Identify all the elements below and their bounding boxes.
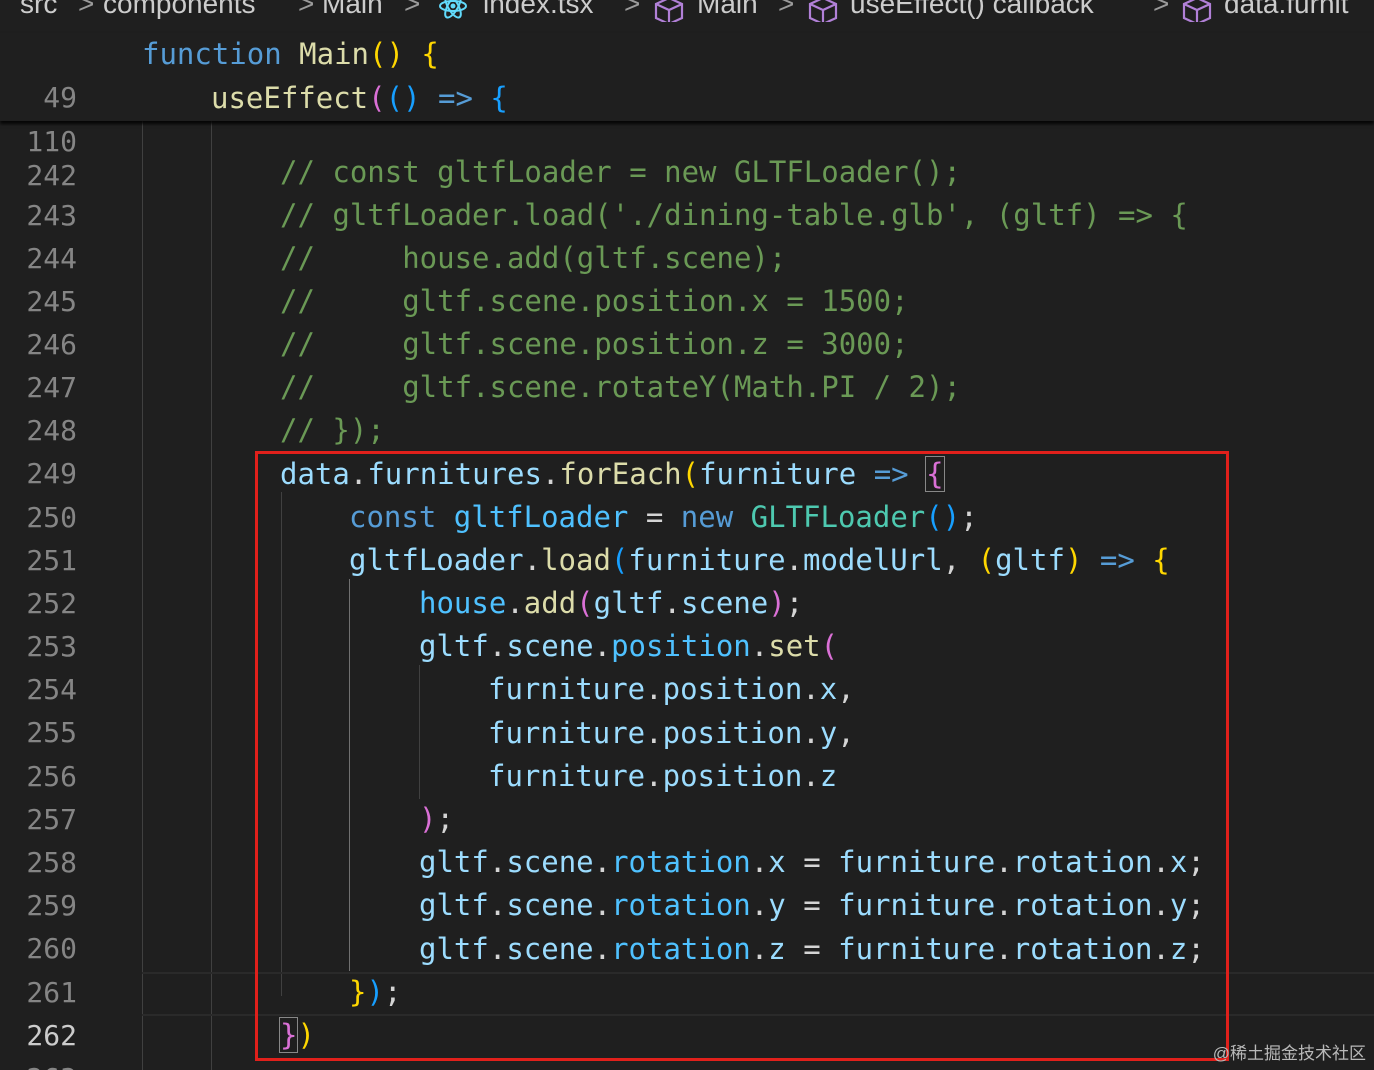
line-number: 263: [26, 1057, 77, 1070]
code-text: // const gltfLoader = new GLTFLoader();: [280, 155, 961, 189]
breadcrumb-separator: >: [78, 0, 95, 19]
sticky-scroll-header[interactable]: 49 function Main() { 110 useEffect(() =>…: [0, 33, 1374, 158]
breadcrumb-separator: >: [1153, 0, 1170, 19]
code-line-245[interactable]: 245 // house.add(gltf.scene);: [0, 237, 1374, 318]
sticky-line[interactable]: 110 useEffect(() => {: [0, 77, 1374, 158]
breadcrumb-item-data-furnitures[interactable]: data.furnit: [1224, 0, 1349, 20]
code-line-242[interactable]: 242: [0, 121, 1374, 192]
breadcrumb-item-components[interactable]: components: [103, 0, 256, 20]
breadcrumb-item-main-function[interactable]: Main: [697, 0, 758, 20]
breadcrumb-separator: >: [778, 0, 795, 19]
cube-icon: [808, 0, 838, 22]
breadcrumb-separator: >: [624, 0, 641, 19]
code-line-243[interactable]: 243 // const gltfLoader = new GLTFLoader…: [0, 151, 1374, 232]
sticky-line[interactable]: 49 function Main() {: [0, 33, 1374, 114]
code-text: // });: [280, 413, 385, 447]
breadcrumb-separator: >: [298, 0, 315, 19]
breadcrumb-separator: >: [404, 0, 421, 19]
cube-icon: [1182, 0, 1212, 22]
annotation-highlight-box: [255, 451, 1229, 1061]
react-icon: [439, 0, 467, 19]
breadcrumb-item-src[interactable]: src: [20, 0, 57, 20]
code-line-247[interactable]: 247 // gltf.scene.position.z = 3000;: [0, 323, 1374, 404]
breadcrumb-item-useeffect[interactable]: useEffect() callback: [850, 0, 1094, 20]
breadcrumb-item-main-folder[interactable]: Main: [322, 0, 383, 20]
code-line: useEffect(() => {: [211, 81, 508, 115]
code-line-249[interactable]: 249 // });: [0, 409, 1374, 490]
code-text: // gltf.scene.position.x = 1500;: [280, 284, 909, 318]
code-line: function Main() {: [142, 37, 439, 71]
line-number: 110: [26, 125, 77, 158]
code-line-246[interactable]: 246 // gltf.scene.position.x = 1500;: [0, 280, 1374, 361]
cube-icon: [654, 0, 684, 22]
breadcrumb-item-file[interactable]: index.tsx: [483, 0, 594, 20]
code-text: // house.add(gltf.scene);: [280, 241, 787, 275]
breadcrumb: src > components > Main > index.tsx > Ma…: [0, 0, 1374, 24]
code-line-244[interactable]: 244 // gltfLoader.load('./dining-table.g…: [0, 194, 1374, 275]
watermark: @稀土掘金技术社区: [1212, 1044, 1366, 1063]
code-text: // gltf.scene.rotateY(Math.PI / 2);: [280, 370, 961, 404]
code-text: // gltfLoader.load('./dining-table.glb',…: [280, 198, 1188, 232]
code-line-248[interactable]: 248 // gltf.scene.rotateY(Math.PI / 2);: [0, 366, 1374, 447]
code-text: // gltf.scene.position.z = 3000;: [280, 327, 909, 361]
